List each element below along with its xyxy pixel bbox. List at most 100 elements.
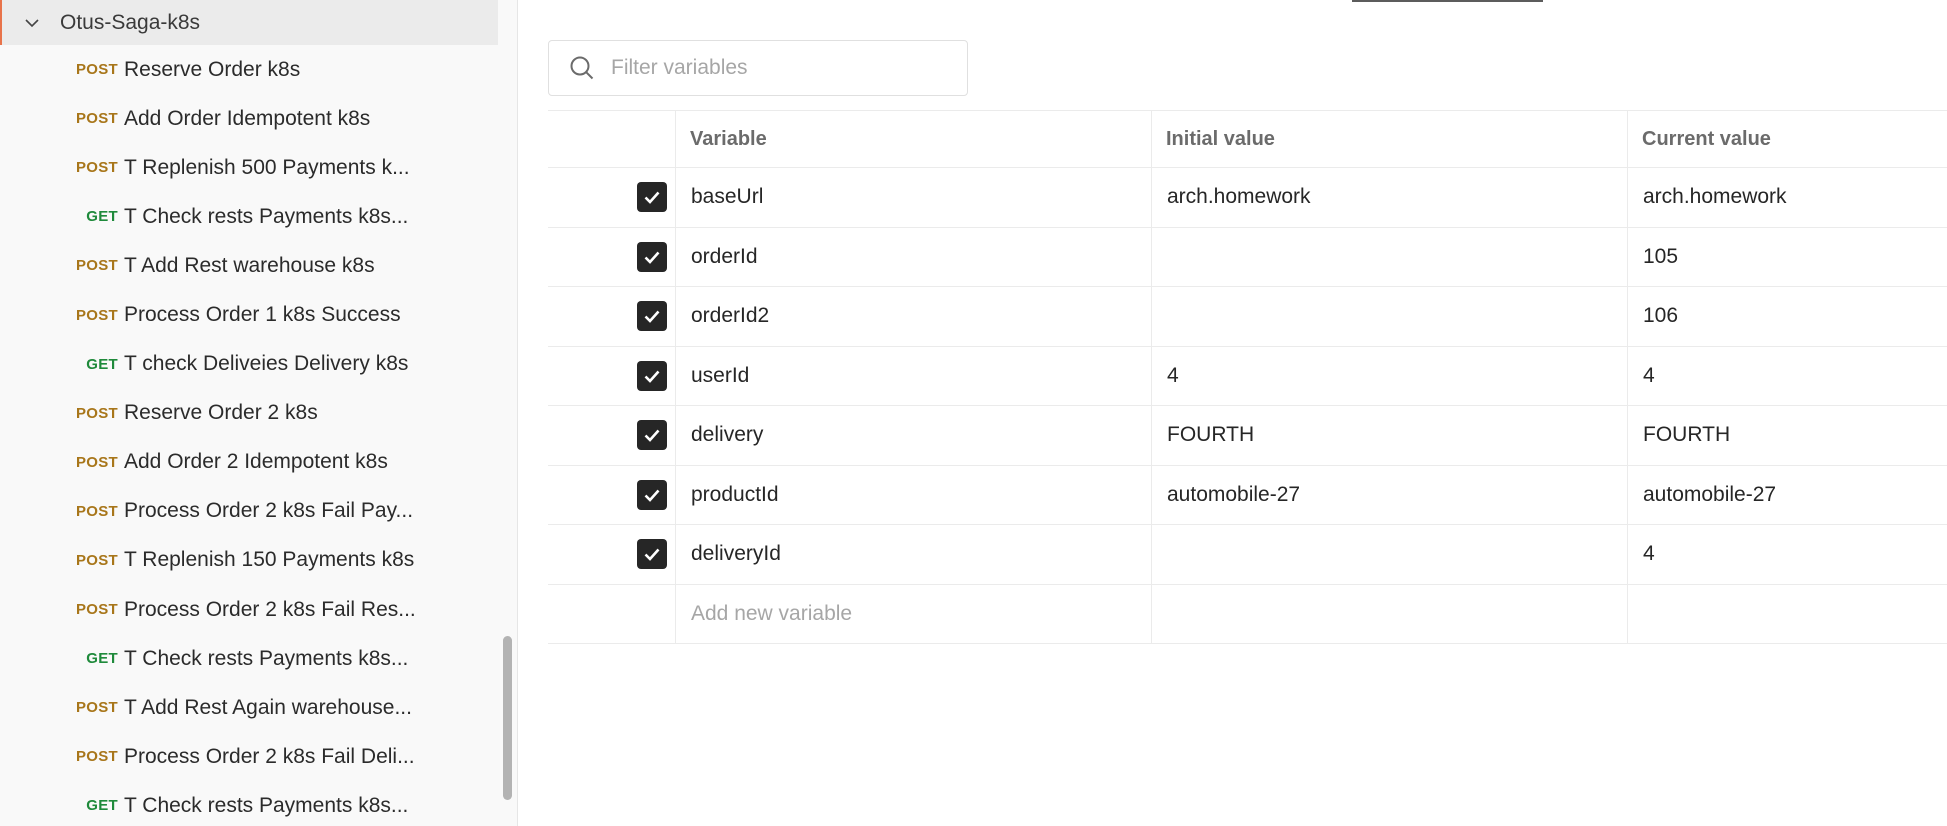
request-name: T Add Rest warehouse k8s [124,253,375,277]
method-badge: POST [75,551,118,569]
request-item[interactable]: GET T Check rests Payments k8s... [0,781,498,826]
variable-name-cell[interactable]: delivery [676,406,1152,465]
initial-value-cell[interactable]: arch.homework [1152,168,1628,227]
request-name: T Replenish 150 Payments k8s [124,548,415,572]
filter-box[interactable] [548,40,968,96]
current-value-cell[interactable]: 105 [1628,228,1947,287]
current-value-cell[interactable]: 106 [1628,287,1947,346]
initial-value-cell[interactable]: FOURTH [1152,406,1628,465]
checkmark-icon [644,429,660,443]
checkmark-icon [644,548,660,562]
enabled-checkbox[interactable] [637,539,667,570]
table-row: deliveryId 4 [548,525,1947,585]
checkmark-icon [644,191,660,205]
add-initial-value-cell[interactable] [1152,584,1628,643]
current-value-cell[interactable]: FOURTH [1628,406,1947,465]
request-name: Process Order 2 k8s Fail Deli... [124,744,415,768]
request-item[interactable]: POST T Replenish 150 Payments k8s [0,536,498,585]
request-name: Process Order 1 k8s Success [124,303,401,327]
variable-name-cell[interactable]: baseUrl [676,168,1152,227]
app-window: Otus-Saga-k8s POST Reserve Order k8s POST A… [0,0,1947,826]
tab-active-indicator [1352,0,1543,2]
variable-name-cell[interactable]: orderId [676,227,1152,286]
method-badge: POST [75,110,118,128]
chevron-down-icon[interactable] [24,15,40,31]
variable-name-cell[interactable]: orderId2 [676,287,1152,346]
variables-table: Variable Initial value Current value bas… [548,110,1947,644]
request-name: Add Order Idempotent k8s [124,106,371,130]
request-name: T Replenish 500 Payments k... [124,155,410,179]
row-checkbox-cell [548,406,676,465]
method-badge: POST [75,306,118,324]
variable-name-cell[interactable]: deliveryId [676,525,1152,584]
request-name: T Check rests Payments k8s... [124,646,409,670]
row-checkbox-cell [548,287,676,346]
enabled-checkbox[interactable] [637,301,667,332]
request-item[interactable]: GET T Check rests Payments k8s... [0,192,498,241]
sidebar: Otus-Saga-k8s POST Reserve Order k8s POST A… [0,0,518,826]
request-item[interactable]: POST Reserve Order 2 k8s [0,389,498,438]
initial-value-cell[interactable]: automobile-27 [1152,465,1628,524]
request-item[interactable]: POST T Add Rest warehouse k8s [0,241,498,290]
current-value-cell[interactable]: 4 [1628,525,1947,584]
request-item[interactable]: POST Reserve Order k8s [0,45,498,94]
request-item[interactable]: POST Add Order Idempotent k8s [0,94,498,143]
initial-value-cell[interactable]: 4 [1152,346,1628,405]
initial-value-cell[interactable] [1152,227,1628,286]
variable-name-cell[interactable]: productId [676,465,1152,524]
request-item[interactable]: POST Process Order 2 k8s Fail Res... [0,585,498,634]
request-name: Process Order 2 k8s Fail Pay... [124,499,414,523]
request-item[interactable]: POST Process Order 2 k8s Fail Deli... [0,732,498,781]
header-variable: Variable [676,111,1152,167]
method-badge: POST [75,159,118,177]
request-name: T Add Rest Again warehouse... [124,695,412,719]
header-current-value: Current value [1642,127,1771,150]
request-item[interactable]: POST Add Order 2 Idempotent k8s [0,438,498,487]
add-current-value-cell[interactable] [1628,585,1947,644]
initial-value-cell[interactable] [1152,287,1628,346]
method-badge: GET [86,355,118,373]
request-name: Process Order 2 k8s Fail Res... [124,597,416,621]
row-checkbox-cell [548,465,676,524]
add-variable-row[interactable]: Add new variable [548,584,1947,644]
enabled-checkbox[interactable] [637,182,667,213]
table-row: baseUrl arch.homework arch.homework [548,168,1947,228]
enabled-checkbox[interactable] [637,241,667,272]
request-item[interactable]: POST Process Order 1 k8s Success [0,290,498,339]
variable-name-cell[interactable]: userId [676,346,1152,405]
collection-folder[interactable]: Otus-Saga-k8s [0,0,498,45]
filter-variables-input[interactable] [611,56,941,80]
method-badge: POST [75,601,118,619]
initial-value-cell[interactable] [1152,525,1628,584]
enabled-checkbox[interactable] [637,360,667,391]
row-checkbox-cell [548,525,676,584]
request-item[interactable]: GET T check Deliveies Delivery k8s [0,340,498,389]
search-icon [570,56,594,80]
current-value-cell[interactable]: 4 [1628,347,1947,406]
enabled-checkbox[interactable] [637,479,667,510]
request-item[interactable]: POST Process Order 2 k8s Fail Pay... [0,487,498,536]
add-new-variable-input[interactable]: Add new variable [676,584,1152,643]
request-item[interactable]: POST T Replenish 500 Payments k... [0,143,498,192]
row-checkbox-cell [548,346,676,405]
method-badge: POST [75,699,118,717]
method-badge: POST [75,61,118,79]
request-list: POST Reserve Order k8s POST Add Order Idemp… [0,45,498,826]
request-name: Add Order 2 Idempotent k8s [124,450,388,474]
method-badge: POST [75,404,118,422]
current-value-cell[interactable]: automobile-27 [1628,466,1947,525]
table-row: productId automobile-27 automobile-27 [548,465,1947,525]
table-row: userId 4 4 [548,346,1947,406]
sidebar-scrollbar[interactable] [503,636,512,800]
table-row: orderId2 106 [548,287,1947,347]
table-body: baseUrl arch.homework arch.homework orderId… [548,168,1947,585]
request-name: T Check rests Payments k8s... [124,204,409,228]
current-value-cell[interactable]: arch.homework [1628,168,1947,227]
checkmark-icon [644,251,660,264]
method-badge: POST [75,257,118,275]
table-row: delivery FOURTH FOURTH [548,406,1947,466]
request-item[interactable]: POST T Add Rest Again warehouse... [0,683,498,732]
enabled-checkbox[interactable] [637,420,667,451]
request-item[interactable]: GET T Check rests Payments k8s... [0,634,498,683]
method-badge: POST [75,502,118,520]
